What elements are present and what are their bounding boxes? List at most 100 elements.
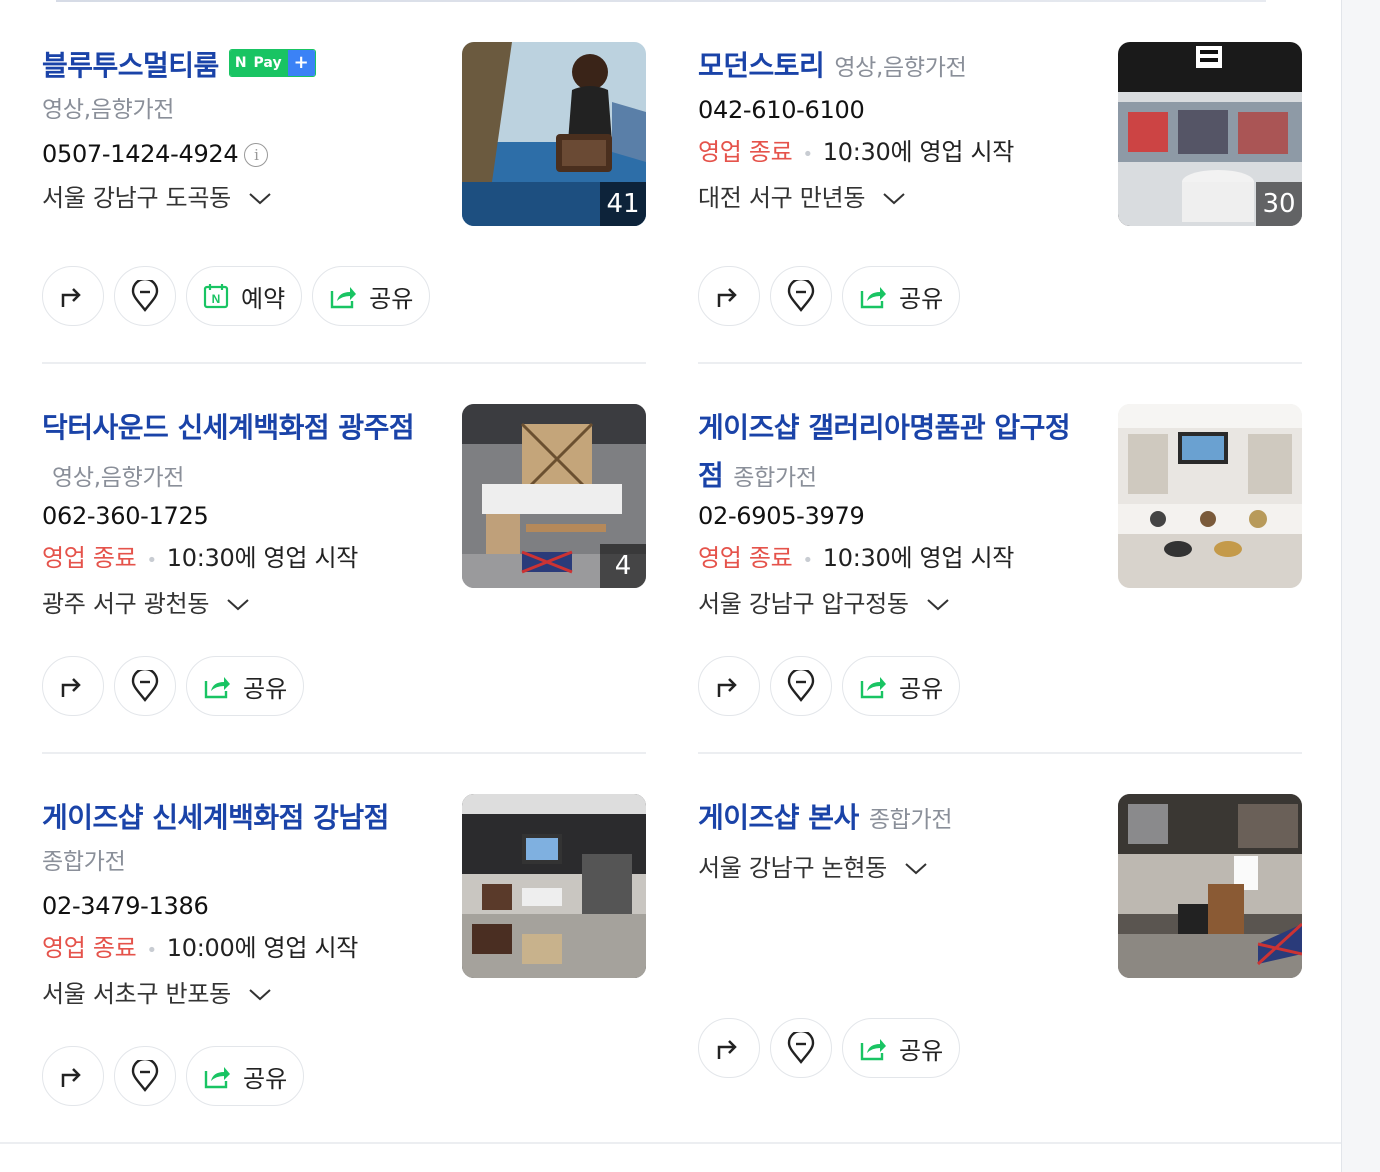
share-button[interactable]: 공유: [186, 656, 305, 716]
place-hours: 영업 종료 • 10:30에 영업 시작: [42, 544, 359, 572]
action-bar: 공유: [42, 656, 305, 716]
open-time: 10:30에 영업 시작: [822, 544, 1015, 572]
photo-count: 41: [600, 182, 646, 226]
status-closed: 영업 종료: [698, 138, 793, 166]
share-button[interactable]: 공유: [312, 266, 431, 326]
chevron-down-icon: [905, 863, 927, 875]
place-phone: 042-610-6100: [698, 96, 865, 124]
action-bar: 공유: [698, 656, 961, 716]
place-card: 블루투스멀티룸 N Pay + 영상,음향가전 0507-1424-4924 i 서울 …: [42, 42, 646, 364]
directions-button[interactable]: [42, 1046, 104, 1106]
directions-icon: [61, 288, 81, 307]
map-button[interactable]: [770, 656, 832, 716]
share-icon: [860, 287, 886, 309]
place-card: 닥터사운드 신세계백화점 광주점영상,음향가전 062-360-1725 영업 …: [42, 404, 646, 754]
chevron-down-icon: [249, 989, 271, 1001]
place-card: 게이즈샵 갤러리아명품관 압구정점 종합가전 02-6905-3979 영업 종료…: [698, 404, 1302, 754]
place-name-link[interactable]: 게이즈샵 신세계백화점 강남점: [42, 801, 389, 834]
place-address[interactable]: 대전 서구 만년동: [698, 180, 906, 216]
place-photo[interactable]: 30: [1118, 42, 1302, 226]
map-button[interactable]: [114, 266, 176, 326]
place-hours: 영업 종료 • 10:30에 영업 시작: [698, 544, 1015, 572]
place-category: 종합가전: [868, 807, 953, 833]
place-title: 게이즈샵 갤러리아명품관 압구정점 종합가전: [698, 404, 1088, 502]
list-bottom-divider: [0, 1142, 1341, 1144]
svg-text:N: N: [212, 292, 221, 306]
place-card: 모던스토리 영상,음향가전 042-610-6100 영업 종료 • 10:30에 영…: [698, 42, 1302, 364]
directions-icon: [61, 678, 81, 697]
open-time: 10:00에 영업 시작: [166, 934, 359, 962]
share-icon: [860, 677, 886, 699]
place-hours: 영업 종료 • 10:30에 영업 시작: [698, 138, 1015, 166]
place-card: 게이즈샵 신세계백화점 강남점 종합가전 02-3479-1386 영업 종료 •…: [42, 794, 646, 1124]
action-bar: N 예약 공유: [42, 266, 431, 326]
place-phone: 062-360-1725: [42, 502, 209, 530]
place-name-link[interactable]: 게이즈샵 본사: [698, 801, 859, 834]
share-button[interactable]: 공유: [186, 1046, 305, 1106]
status-closed: 영업 종료: [698, 544, 793, 572]
directions-button[interactable]: [698, 1018, 760, 1078]
action-bar: 공유: [698, 266, 961, 326]
place-photo[interactable]: [1118, 794, 1302, 978]
directions-icon: [717, 1040, 737, 1059]
reserve-button[interactable]: N 예약: [186, 266, 303, 326]
place-address[interactable]: 서울 강남구 논현동: [698, 850, 928, 886]
directions-button[interactable]: [42, 266, 104, 326]
place-title: 블루투스멀티룸 N Pay + 영상,음향가전: [42, 42, 432, 130]
place-name-link[interactable]: 블루투스멀티룸: [42, 49, 219, 82]
place-address[interactable]: 서울 강남구 압구정동: [698, 586, 950, 622]
info-icon[interactable]: i: [244, 143, 269, 167]
map-pin-icon: [131, 280, 159, 312]
place-category: 영상,음향가전: [42, 97, 175, 123]
place-hours: 영업 종료 • 10:00에 영업 시작: [42, 934, 359, 962]
chevron-down-icon: [249, 193, 271, 205]
place-category: 영상,음향가전: [52, 465, 185, 491]
map-button[interactable]: [114, 656, 176, 716]
place-phone: 0507-1424-4924 i: [42, 136, 269, 172]
place-address[interactable]: 서울 강남구 도곡동: [42, 180, 272, 216]
status-closed: 영업 종료: [42, 544, 137, 572]
place-title: 게이즈샵 신세계백화점 강남점 종합가전: [42, 794, 432, 882]
place-photo[interactable]: 41: [462, 42, 646, 226]
map-button[interactable]: [770, 1018, 832, 1078]
place-phone: 02-3479-1386: [42, 892, 209, 920]
directions-button[interactable]: [42, 656, 104, 716]
chevron-down-icon: [927, 599, 949, 611]
status-closed: 영업 종료: [42, 934, 137, 962]
card-divider: [698, 752, 1302, 754]
directions-icon: [717, 678, 737, 697]
directions-icon: [61, 1068, 81, 1087]
place-phone: 02-6905-3979: [698, 502, 865, 530]
share-button[interactable]: 공유: [842, 266, 961, 326]
place-photo[interactable]: [462, 794, 646, 978]
directions-icon: [717, 288, 737, 307]
place-photo[interactable]: [1118, 404, 1302, 588]
directions-button[interactable]: [698, 266, 760, 326]
place-category: 종합가전: [42, 849, 126, 875]
share-icon: [204, 1067, 230, 1089]
map-pin-icon: [131, 670, 159, 702]
card-divider: [42, 752, 646, 754]
share-button[interactable]: 공유: [842, 656, 961, 716]
place-card: 게이즈샵 본사 종합가전 서울 강남구 논현동 공유: [698, 794, 1302, 1124]
card-divider: [698, 362, 1302, 364]
map-button[interactable]: [770, 266, 832, 326]
share-icon: [204, 677, 230, 699]
place-title: 게이즈샵 본사 종합가전: [698, 794, 1088, 844]
map-pin-icon: [787, 1032, 815, 1064]
place-address[interactable]: 서울 서초구 반포동: [42, 976, 272, 1012]
share-button[interactable]: 공유: [842, 1018, 961, 1078]
place-name-link[interactable]: 닥터사운드 신세계백화점 광주점: [42, 411, 415, 444]
place-name-link[interactable]: 모던스토리: [698, 49, 825, 82]
directions-button[interactable]: [698, 656, 760, 716]
results-panel: 블루투스멀티룸 N Pay + 영상,음향가전 0507-1424-4924 i 서울 …: [0, 0, 1342, 1172]
place-title: 모던스토리 영상,음향가전: [698, 42, 1088, 92]
place-address[interactable]: 광주 서구 광천동: [42, 586, 250, 622]
open-time: 10:30에 영업 시작: [166, 544, 359, 572]
share-icon: [860, 1039, 886, 1061]
map-button[interactable]: [114, 1046, 176, 1106]
action-bar: 공유: [698, 1018, 961, 1078]
place-photo[interactable]: 4: [462, 404, 646, 588]
share-icon: [330, 287, 357, 309]
place-category: 종합가전: [733, 465, 817, 491]
